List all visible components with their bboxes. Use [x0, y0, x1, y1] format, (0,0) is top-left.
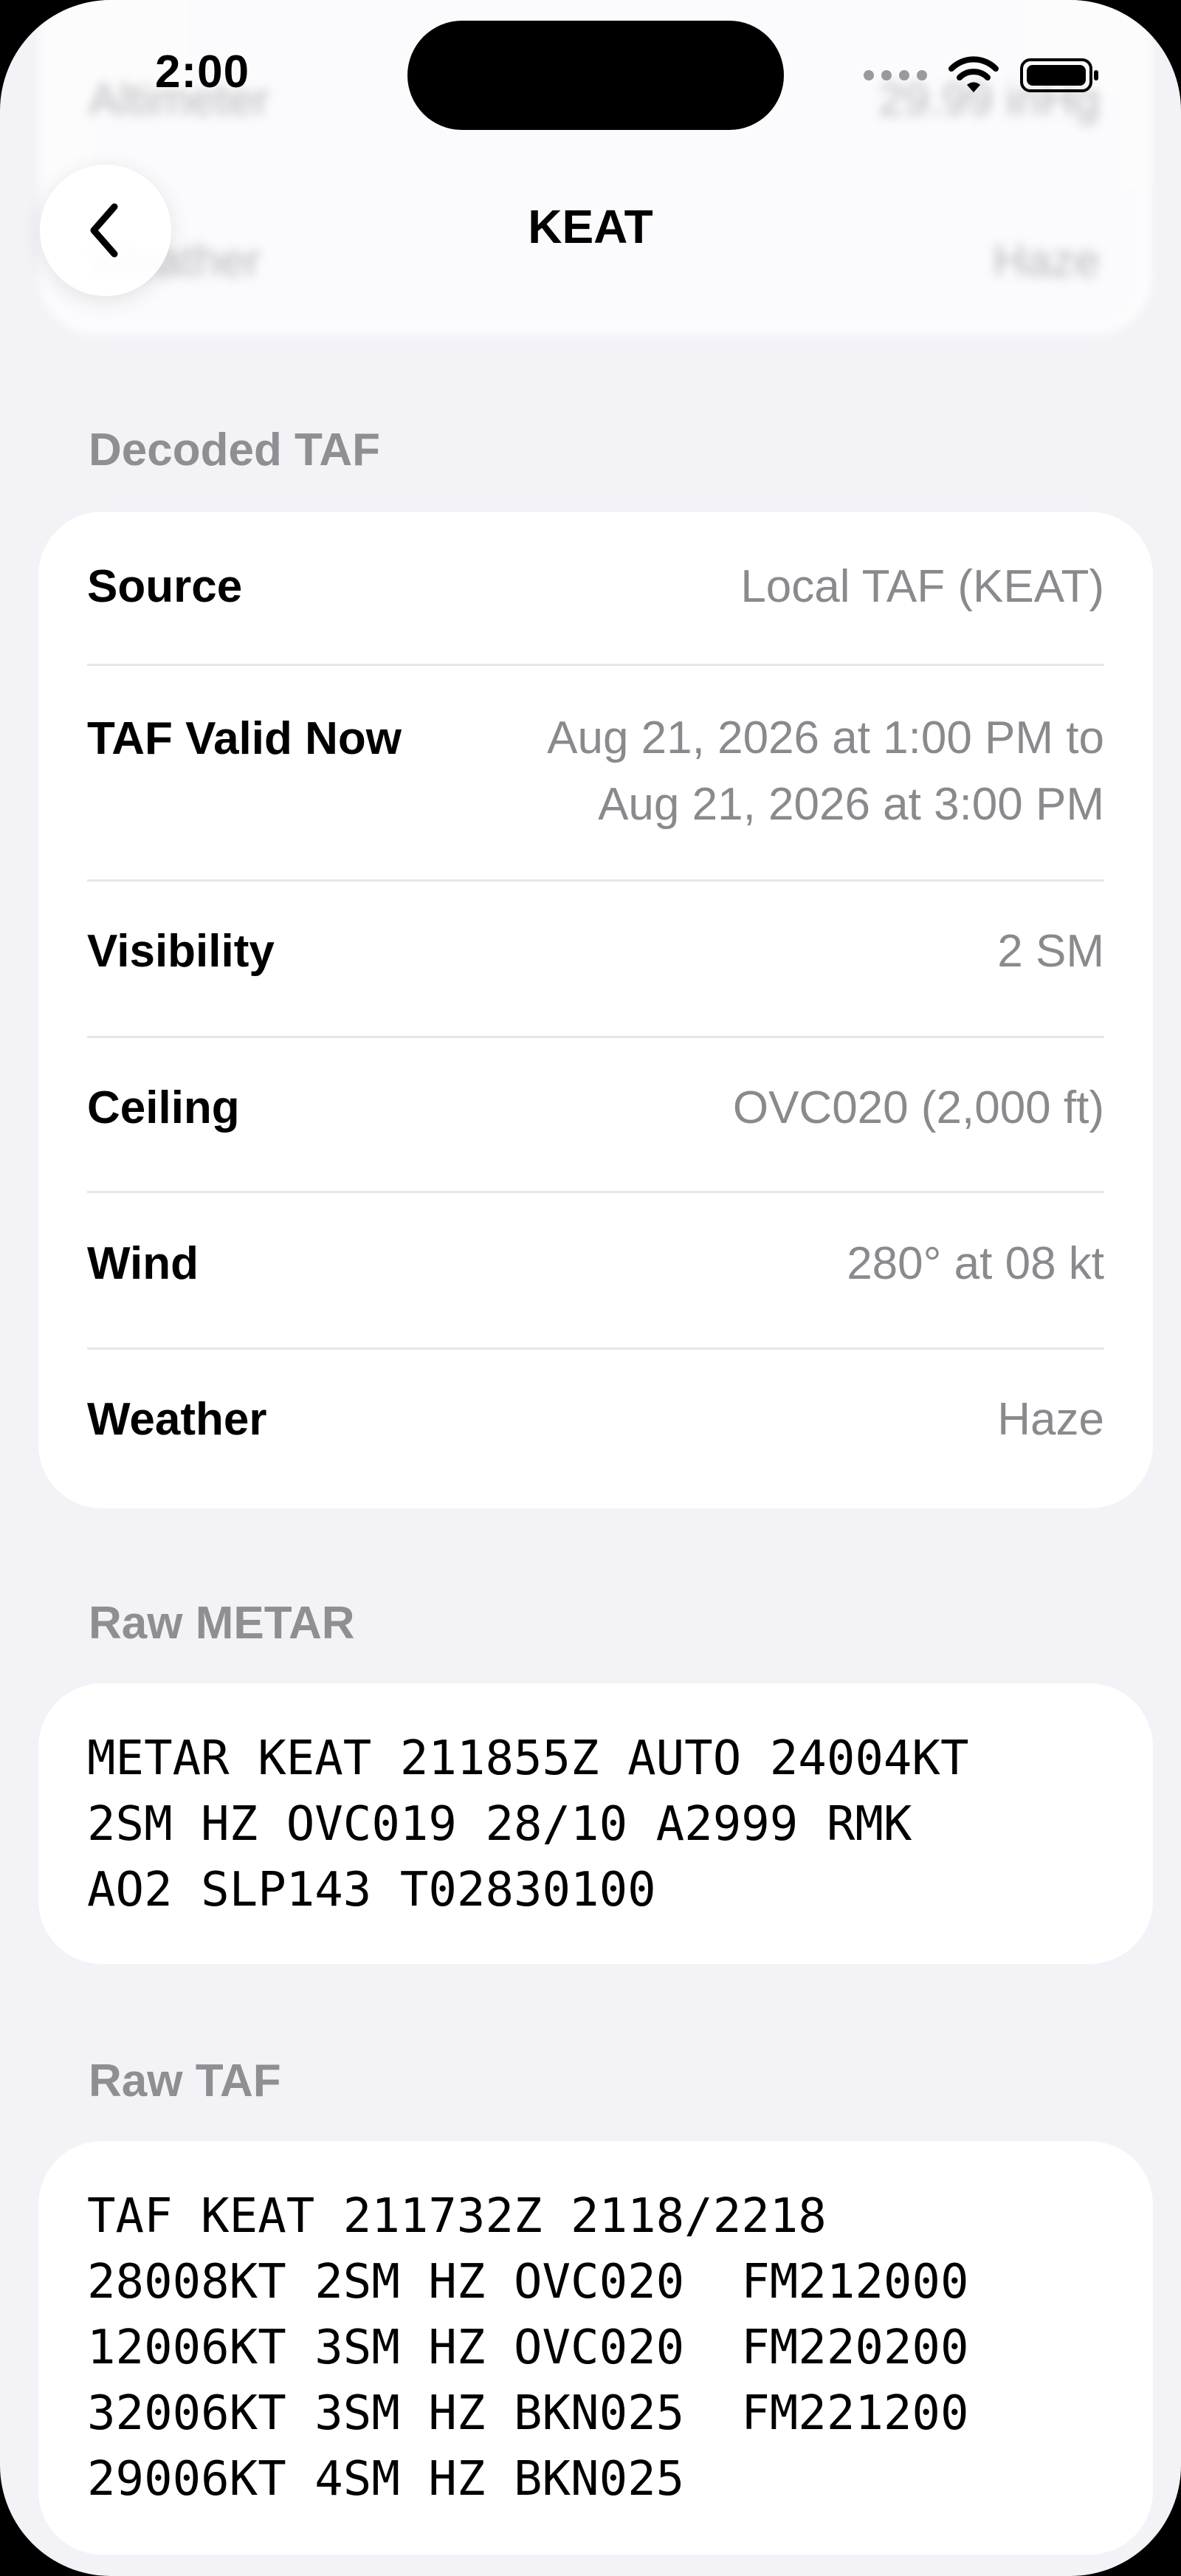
row-label: Source — [87, 561, 243, 612]
decoded-taf-card: Source Local TAF (KEAT) TAF Valid Now Au… — [38, 512, 1153, 1508]
nav-title: KEAT — [528, 200, 653, 253]
row-value: Aug 21, 2026 at 1:00 PM to Aug 21, 2026 … — [547, 712, 1104, 830]
raw-metar-card: METAR KEAT 211855Z AUTO 24004KT 2SM HZ O… — [38, 1683, 1153, 1964]
status-time: 2:00 — [155, 47, 250, 97]
status-icons — [864, 53, 1098, 97]
phone-screen: Altimeter 29.99 inHg Weather Haze 2:00 K… — [0, 0, 1181, 2576]
row-value: OVC020 (2,000 ft) — [732, 1082, 1104, 1133]
raw-taf-header: Raw TAF — [89, 2055, 281, 2106]
row-label: Wind — [87, 1238, 199, 1289]
row-value: Haze — [997, 1394, 1104, 1445]
divider — [87, 879, 1104, 882]
battery-icon — [1020, 58, 1098, 92]
list-item: Ceiling OVC020 (2,000 ft) — [87, 1082, 1104, 1135]
divider — [87, 1036, 1104, 1038]
raw-metar-header: Raw METAR — [89, 1598, 355, 1649]
row-label: Ceiling — [87, 1082, 240, 1133]
row-label: Weather — [87, 1394, 267, 1445]
row-value: 2 SM — [997, 926, 1104, 977]
raw-taf-text: TAF KEAT 211732Z 2118/2218 28008KT 2SM H… — [87, 2189, 969, 2507]
list-item: Weather Haze — [87, 1393, 1104, 1446]
divider — [87, 1347, 1104, 1350]
row-label: TAF Valid Now — [87, 713, 402, 764]
list-item: Visibility 2 SM — [87, 925, 1104, 978]
raw-metar-text: METAR KEAT 211855Z AUTO 24004KT 2SM HZ O… — [87, 1731, 969, 1917]
divider — [87, 664, 1104, 666]
raw-taf-card: TAF KEAT 211732Z 2118/2218 28008KT 2SM H… — [38, 2141, 1153, 2555]
row-value: Local TAF (KEAT) — [740, 561, 1104, 612]
divider — [87, 1191, 1104, 1193]
row-label: Visibility — [87, 926, 275, 977]
row-value: 280° at 08 kt — [847, 1238, 1104, 1289]
list-item: Wind 280° at 08 kt — [87, 1237, 1104, 1291]
dynamic-island — [407, 21, 784, 130]
list-item: Source Local TAF (KEAT) — [87, 560, 1104, 614]
wifi-icon — [948, 56, 999, 92]
list-item: TAF Valid Now Aug 21, 2026 at 1:00 PM to… — [87, 712, 1104, 838]
cellular-dots-icon — [864, 70, 927, 80]
decoded-taf-header: Decoded TAF — [89, 425, 380, 475]
